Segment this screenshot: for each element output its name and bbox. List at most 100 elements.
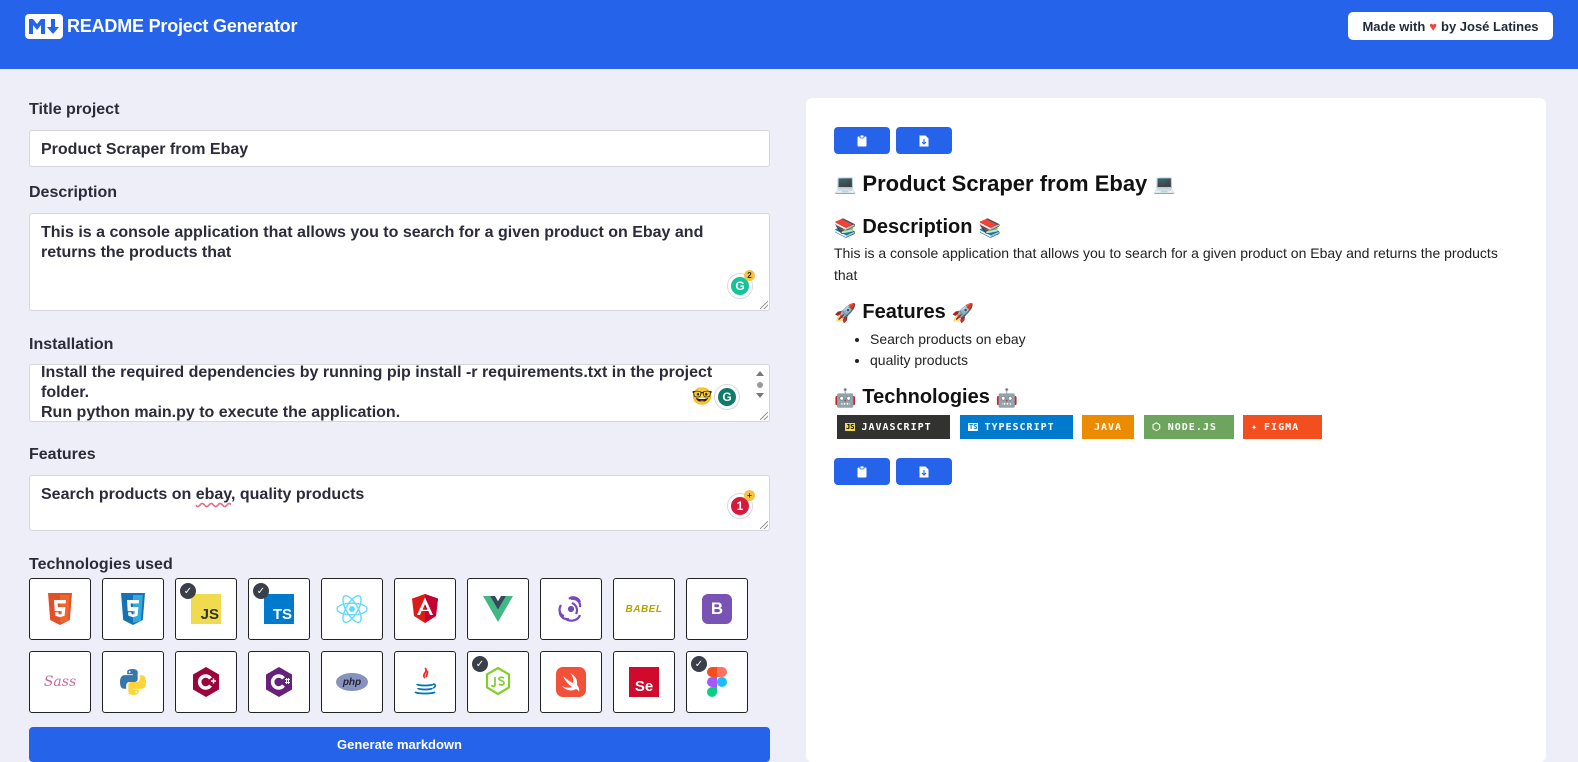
books-icon: 📚 [978,217,1001,238]
description-label: Description [29,184,118,201]
grammarly-icon[interactable]: G [715,385,739,409]
features-heading-text: Features [862,301,946,323]
check-icon: ✓ [472,656,488,672]
features-label: Features [29,446,96,463]
preview-features-list: Search products on ebay quality products [870,329,1026,371]
check-icon: ✓ [180,583,196,599]
technologies-label: Technologies used [29,556,173,573]
tech-typescript[interactable]: TS ✓ [248,578,310,640]
python-icon [120,669,146,695]
tech-babel[interactable]: BABEL [613,578,675,640]
books-icon: 📚 [834,217,857,238]
made-with-suffix: by José Latines [1441,18,1539,34]
clipboard-icon [857,465,867,477]
tech-html5[interactable] [29,578,91,640]
heart-icon: ♥ [1429,18,1437,34]
resize-handle-icon[interactable] [760,301,768,309]
preview-description-heading: 📚 Description 📚 [834,216,1001,239]
resize-handle-icon[interactable] [760,521,768,529]
preview-description-text: This is a console application that allow… [834,245,1498,283]
list-item: quality products [870,350,1026,371]
description-text: This is a console application that allow… [41,224,704,261]
list-item: Search products on ebay [870,329,1026,350]
features-textarea[interactable]: Search products on ebay, quality product… [29,475,770,531]
bootstrap-icon: B [702,594,732,624]
description-textarea[interactable]: This is a console application that allow… [29,213,770,311]
html5-icon [48,593,72,625]
badge-figma: ✦ FIGMA [1243,415,1322,439]
grammarly-count: 2 [744,270,755,281]
plus-icon: + [744,490,755,501]
java-icon [414,667,437,695]
laptop-icon: 💻 [834,174,857,194]
grammarly-icon[interactable]: G 2 [728,270,755,298]
sass-icon: Sass [43,674,77,690]
copy-button[interactable] [834,127,890,154]
check-icon: ✓ [253,583,269,599]
badge-nodejs: ⬡ NODE.JS [1144,415,1234,439]
tech-javascript[interactable]: JS ✓ [175,578,237,640]
redux-icon [558,596,582,622]
features-text-part: , quality products [230,486,365,503]
download-button[interactable] [896,127,952,154]
copy-button[interactable] [834,458,890,485]
badge-javascript: JS JAVASCRIPT [837,415,950,439]
csharp-icon [266,667,292,697]
tech-redux[interactable] [540,578,602,640]
tech-php[interactable]: php [321,651,383,713]
preview-title: 💻 Product Scraper from Ebay 💻 [834,171,1176,197]
misspelled-word[interactable]: ebay [196,486,231,503]
tech-figma[interactable]: ✓ [686,651,748,713]
tech-nodejs[interactable]: ✓ [467,651,529,713]
tech-swift[interactable] [540,651,602,713]
made-with-prefix: Made with [1362,18,1426,34]
rocket-icon: 🚀 [834,302,857,323]
vue-icon [483,596,513,622]
preview-title-text: Product Scraper from Ebay [862,171,1148,196]
clipboard-icon [857,134,867,146]
download-icon [919,135,929,146]
installation-line: folder. [41,384,90,401]
badge-label: JAVASCRIPT [861,421,932,433]
installation-line: Install the required dependencies by run… [41,364,713,381]
check-icon: ✓ [691,656,707,672]
features-text-part: Search products on [41,486,196,503]
installation-label: Installation [29,336,114,353]
grammarly-icon[interactable]: 1 + [728,490,755,518]
description-heading-text: Description [862,216,973,238]
badge-label: NODE.JS [1167,421,1217,433]
tech-selenium[interactable]: Se [613,651,675,713]
scrollbar[interactable] [755,369,765,399]
javascript-badge-icon: JS [845,423,856,431]
resize-handle-icon[interactable] [760,412,768,420]
nerd-emoji-icon[interactable]: 🤓 [692,387,713,407]
preview-features-heading: 🚀 Features 🚀 [834,301,974,324]
tech-react[interactable] [321,578,383,640]
css3-icon [121,593,145,625]
title-input[interactable]: Product Scraper from Ebay [29,130,770,167]
badge-typescript: TS TYPESCRIPT [960,415,1073,439]
tech-sass[interactable]: Sass [29,651,91,713]
tech-vue[interactable] [467,578,529,640]
download-button[interactable] [896,458,952,485]
tech-css3[interactable] [102,578,164,640]
tech-angular[interactable] [394,578,456,640]
selenium-icon: Se [629,667,659,697]
installation-textarea[interactable]: Install the required dependencies by run… [29,364,770,422]
nodejs-icon [485,666,511,696]
tech-python[interactable] [102,651,164,713]
tech-bootstrap[interactable]: B [686,578,748,640]
title-label: Title project [29,101,120,118]
tech-java[interactable] [394,651,456,713]
figma-badge-icon: ✦ [1251,421,1259,433]
badge-label: FIGMA [1264,421,1300,433]
tech-csharp[interactable] [248,651,310,713]
figma-icon [707,667,727,697]
tech-cplusplus[interactable] [175,651,237,713]
made-with-button[interactable]: Made with ♥ by José Latines [1348,12,1553,40]
swift-icon [556,667,586,697]
robot-icon: 🤖 [834,387,857,408]
angular-icon [412,594,438,623]
generate-markdown-button[interactable]: Generate markdown [29,727,770,762]
badge-label: JAVA [1093,421,1123,433]
